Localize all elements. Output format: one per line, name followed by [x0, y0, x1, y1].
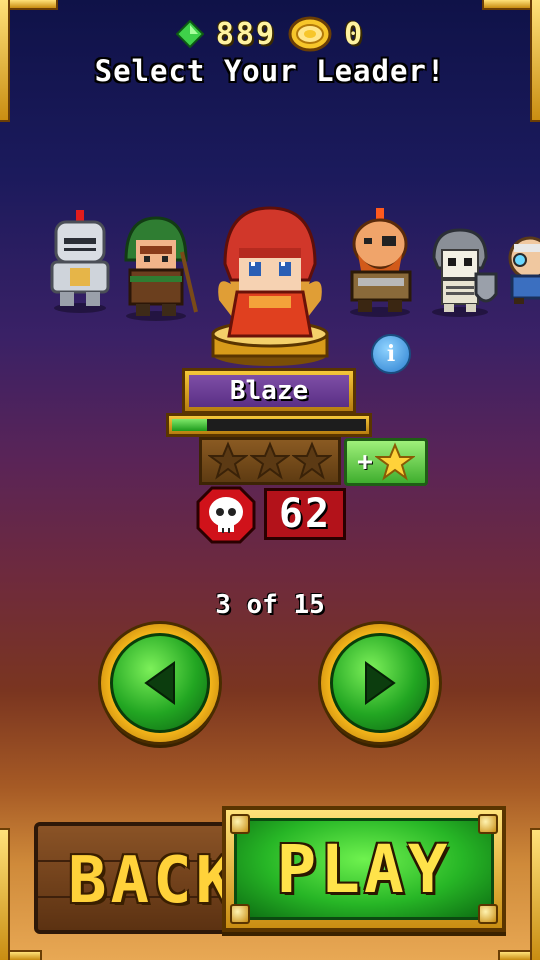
pirate-dwarf-character-icon[interactable] — [340, 206, 422, 318]
green-gem-icon — [175, 20, 204, 48]
page-title: Select Your Leader! — [94, 54, 446, 88]
xp-progress-bar — [166, 413, 372, 437]
skeleton-warrior-character-icon[interactable] — [426, 228, 498, 318]
goggles-character-icon[interactable] — [506, 236, 540, 306]
back-button-label: BACK — [68, 844, 239, 918]
add-star-button[interactable]: + — [344, 438, 428, 486]
next-button-face — [330, 633, 430, 733]
play-button-label: PLAY — [276, 830, 452, 908]
xp-fill — [172, 419, 207, 431]
previous-character-button[interactable] — [101, 624, 219, 742]
previous-button-face — [110, 633, 210, 733]
ranger-character-icon[interactable] — [116, 216, 200, 322]
gold-coin-icon — [288, 16, 332, 52]
button-stud — [230, 814, 250, 834]
knight-character-icon[interactable] — [44, 206, 116, 314]
button-stud — [478, 814, 498, 834]
leader-name: Blaze — [189, 375, 349, 407]
button-stud — [478, 904, 498, 924]
play-button-face: PLAY — [234, 818, 494, 920]
coin-count: 0 — [344, 16, 365, 52]
play-button[interactable]: PLAY — [222, 806, 506, 932]
kill-count: 62 — [264, 488, 346, 540]
skull-icon — [196, 486, 256, 544]
plus-icon: + — [357, 447, 373, 477]
gem-count: 889 — [215, 16, 277, 52]
arrow-left-icon — [144, 661, 175, 705]
blaze-character-icon[interactable] — [205, 204, 335, 370]
rank-stars — [199, 437, 341, 485]
info-icon: i — [386, 341, 396, 367]
empty-star-icon — [292, 441, 332, 480]
currency-bar: 889 0 — [0, 16, 540, 52]
xp-track — [172, 419, 366, 431]
leader-name-plate: Blaze — [182, 368, 356, 414]
empty-star-icon — [208, 441, 248, 480]
button-stud — [230, 904, 250, 924]
gold-star-icon — [374, 442, 415, 481]
next-character-button[interactable] — [321, 624, 439, 742]
empty-star-icon — [250, 441, 290, 480]
character-pager: 3 of 15 — [215, 590, 325, 620]
info-button[interactable]: i — [371, 334, 411, 374]
arrow-right-icon — [365, 661, 396, 705]
